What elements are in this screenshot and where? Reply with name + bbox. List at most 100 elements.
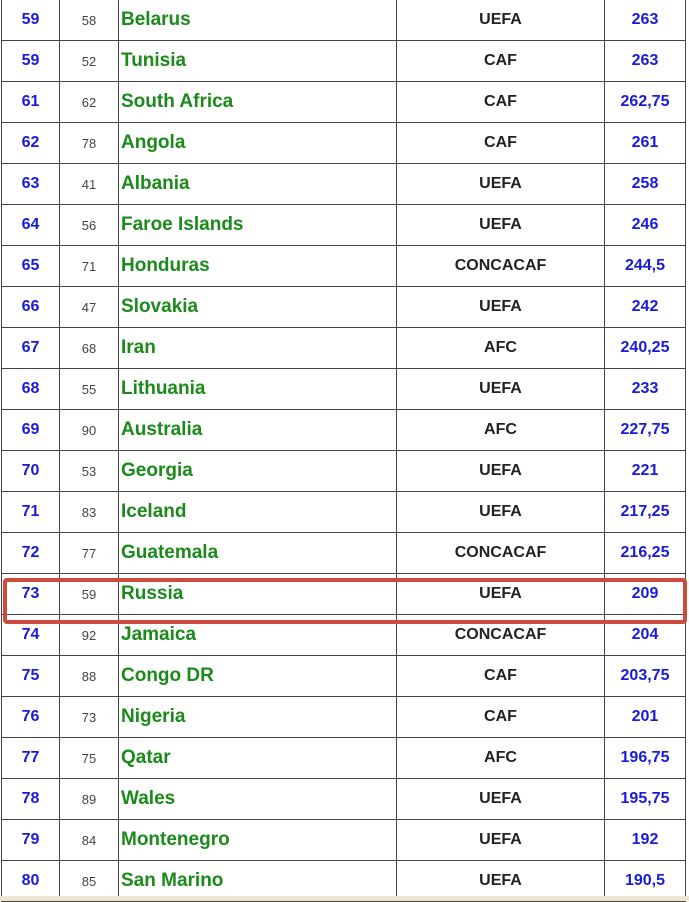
rank-cell: 65 <box>1 245 60 287</box>
table-row: 70 53 Georgia UEFA 221 <box>1 450 686 492</box>
confederation-cell: CONCACAF <box>396 614 605 656</box>
rank-cell: 76 <box>1 696 60 738</box>
confederation-cell: CAF <box>396 655 605 697</box>
points-cell: 196,75 <box>604 737 686 779</box>
previous-rank-cell: 53 <box>59 450 119 492</box>
team-name-cell: Russia <box>118 573 397 615</box>
previous-rank-cell: 56 <box>59 204 119 246</box>
points-cell: 217,25 <box>604 491 686 533</box>
table-row: 73 59 Russia UEFA 209 <box>1 573 686 615</box>
confederation-cell: UEFA <box>396 778 605 820</box>
confederation-cell: AFC <box>396 737 605 779</box>
rank-cell: 66 <box>1 286 60 328</box>
rank-cell: 68 <box>1 368 60 410</box>
confederation-cell: UEFA <box>396 204 605 246</box>
team-name-cell: Faroe Islands <box>118 204 397 246</box>
table-row: 68 55 Lithuania UEFA 233 <box>1 368 686 410</box>
confederation-cell: CAF <box>396 81 605 123</box>
points-cell: 240,25 <box>604 327 686 369</box>
points-cell: 261 <box>604 122 686 164</box>
points-cell: 263 <box>604 40 686 82</box>
points-cell: 227,75 <box>604 409 686 451</box>
confederation-cell: AFC <box>396 327 605 369</box>
confederation-cell: CONCACAF <box>396 532 605 574</box>
team-name-cell: Congo DR <box>118 655 397 697</box>
team-name-cell: Jamaica <box>118 614 397 656</box>
rank-cell: 75 <box>1 655 60 697</box>
points-cell: 201 <box>604 696 686 738</box>
team-name-cell: Guatemala <box>118 532 397 574</box>
previous-rank-cell: 68 <box>59 327 119 369</box>
team-name-cell: Belarus <box>118 0 397 41</box>
points-cell: 233 <box>604 368 686 410</box>
points-cell: 262,75 <box>604 81 686 123</box>
rank-cell: 63 <box>1 163 60 205</box>
rank-cell: 59 <box>1 0 60 41</box>
points-cell: 203,75 <box>604 655 686 697</box>
team-name-cell: Qatar <box>118 737 397 779</box>
team-name-cell: Lithuania <box>118 368 397 410</box>
previous-rank-cell: 47 <box>59 286 119 328</box>
previous-rank-cell: 89 <box>59 778 119 820</box>
table-row: 75 88 Congo DR CAF 203,75 <box>1 655 686 697</box>
rank-cell: 77 <box>1 737 60 779</box>
table-row: 63 41 Albania UEFA 258 <box>1 163 686 205</box>
previous-rank-cell: 83 <box>59 491 119 533</box>
team-name-cell: Slovakia <box>118 286 397 328</box>
rank-cell: 73 <box>1 573 60 615</box>
previous-rank-cell: 78 <box>59 122 119 164</box>
rank-cell: 72 <box>1 532 60 574</box>
points-cell: 209 <box>604 573 686 615</box>
previous-rank-cell: 71 <box>59 245 119 287</box>
team-name-cell: Albania <box>118 163 397 205</box>
rank-cell: 59 <box>1 40 60 82</box>
confederation-cell: UEFA <box>396 368 605 410</box>
table-row: 59 58 Belarus UEFA 263 <box>1 0 686 41</box>
previous-rank-cell: 88 <box>59 655 119 697</box>
team-name-cell: Tunisia <box>118 40 397 82</box>
previous-rank-cell: 77 <box>59 532 119 574</box>
confederation-cell: UEFA <box>396 286 605 328</box>
previous-rank-cell: 90 <box>59 409 119 451</box>
points-cell: 244,5 <box>604 245 686 287</box>
team-name-cell: Montenegro <box>118 819 397 861</box>
confederation-cell: UEFA <box>396 450 605 492</box>
confederation-cell: UEFA <box>396 573 605 615</box>
rank-cell: 71 <box>1 491 60 533</box>
rank-cell: 70 <box>1 450 60 492</box>
points-cell: 192 <box>604 819 686 861</box>
previous-rank-cell: 59 <box>59 573 119 615</box>
points-cell: 204 <box>604 614 686 656</box>
points-cell: 216,25 <box>604 532 686 574</box>
rank-cell: 64 <box>1 204 60 246</box>
table-row: 72 77 Guatemala CONCACAF 216,25 <box>1 532 686 574</box>
confederation-cell: CAF <box>396 40 605 82</box>
table-row: 69 90 Australia AFC 227,75 <box>1 409 686 451</box>
confederation-cell: CONCACAF <box>396 245 605 287</box>
previous-rank-cell: 41 <box>59 163 119 205</box>
table-row: 78 89 Wales UEFA 195,75 <box>1 778 686 820</box>
table-row: 79 84 Montenegro UEFA 192 <box>1 819 686 861</box>
confederation-cell: CAF <box>396 122 605 164</box>
previous-rank-cell: 62 <box>59 81 119 123</box>
team-name-cell: Nigeria <box>118 696 397 738</box>
confederation-cell: AFC <box>396 409 605 451</box>
rank-cell: 61 <box>1 81 60 123</box>
previous-rank-cell: 75 <box>59 737 119 779</box>
ranking-table: 59 58 Belarus UEFA 263 59 52 Tunisia CAF 263 61 62 S… <box>1 0 686 902</box>
previous-rank-cell: 92 <box>59 614 119 656</box>
confederation-cell: UEFA <box>396 0 605 41</box>
confederation-cell: UEFA <box>396 819 605 861</box>
table-row: 74 92 Jamaica CONCACAF 204 <box>1 614 686 656</box>
table-row: 71 83 Iceland UEFA 217,25 <box>1 491 686 533</box>
previous-rank-cell: 58 <box>59 0 119 41</box>
points-cell: 242 <box>604 286 686 328</box>
team-name-cell: Honduras <box>118 245 397 287</box>
previous-rank-cell: 55 <box>59 368 119 410</box>
points-cell: 263 <box>604 0 686 41</box>
confederation-cell: UEFA <box>396 163 605 205</box>
team-name-cell: Wales <box>118 778 397 820</box>
previous-rank-cell: 84 <box>59 819 119 861</box>
table-row: 77 75 Qatar AFC 196,75 <box>1 737 686 779</box>
bottom-strip <box>0 896 689 901</box>
